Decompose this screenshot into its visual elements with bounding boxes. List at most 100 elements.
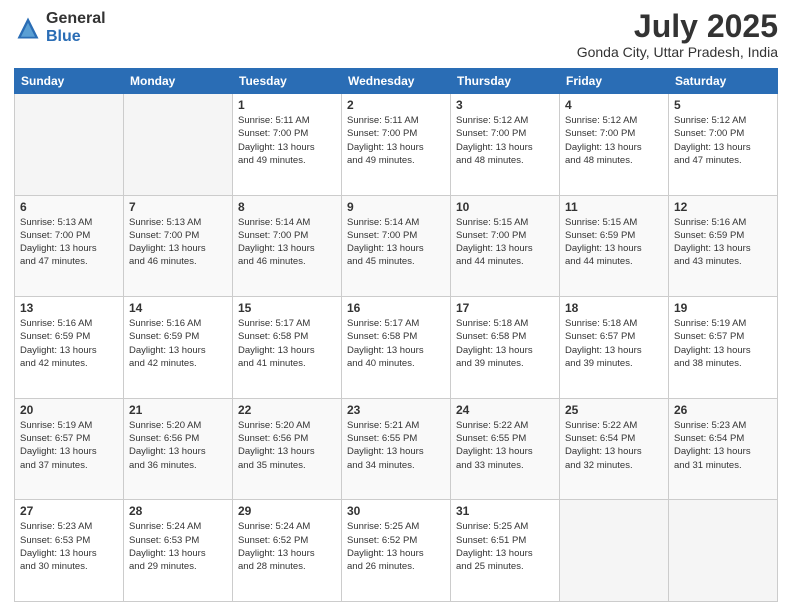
table-row: 7 Sunrise: 5:13 AM Sunset: 7:00 PM Daylig… [124,195,233,297]
day-info: Sunrise: 5:18 AM Sunset: 6:58 PM Dayligh… [456,317,554,370]
table-row: 29 Sunrise: 5:24 AM Sunset: 6:52 PM Dayli… [233,500,342,602]
table-row: 18Sunrise: 5:18 AM Sunset: 6:57 PM Dayli… [560,297,669,399]
day-info: Sunrise: 5:17 AM Sunset: 6:58 PM Dayligh… [238,317,336,370]
day-number: 14 [129,301,227,315]
col-thursday: Thursday [451,69,560,94]
day-number: 6 [20,200,118,214]
table-row: 30 Sunrise: 5:25 AM Sunset: 6:52 PM Dayli… [342,500,451,602]
day-info: Sunrise: 5:16 AM Sunset: 6:59 PM Dayligh… [674,216,772,269]
calendar-week-row: 6 Sunrise: 5:13 AM Sunset: 7:00 PM Daylig… [15,195,778,297]
calendar-week-row: 27 Sunrise: 5:23 AM Sunset: 6:53 PM Dayli… [15,500,778,602]
table-row: 4 Sunrise: 5:12 AM Sunset: 7:00 PM Daylig… [560,94,669,196]
table-row: 23 Sunrise: 5:21 AM Sunset: 6:55 PM Dayli… [342,398,451,500]
day-info: Sunrise: 5:11 AM Sunset: 7:00 PM Dayligh… [238,114,336,167]
table-row [560,500,669,602]
day-info: Sunrise: 5:12 AM Sunset: 7:00 PM Dayligh… [456,114,554,167]
day-number: 24 [456,403,554,417]
table-row: 13Sunrise: 5:16 AM Sunset: 6:59 PM Dayli… [15,297,124,399]
calendar-page: General Blue July 2025 Gonda City, Uttar… [0,0,792,612]
calendar-week-row: 1Sunrise: 5:11 AM Sunset: 7:00 PM Daylig… [15,94,778,196]
table-row: 21Sunrise: 5:20 AM Sunset: 6:56 PM Dayli… [124,398,233,500]
calendar-header-row: Sunday Monday Tuesday Wednesday Thursday… [15,69,778,94]
table-row: 19Sunrise: 5:19 AM Sunset: 6:57 PM Dayli… [669,297,778,399]
day-number: 12 [674,200,772,214]
table-row: 27 Sunrise: 5:23 AM Sunset: 6:53 PM Dayli… [15,500,124,602]
day-info: Sunrise: 5:11 AM Sunset: 7:00 PM Dayligh… [347,114,445,167]
day-info: Sunrise: 5:17 AM Sunset: 6:58 PM Dayligh… [347,317,445,370]
day-number: 23 [347,403,445,417]
day-number: 2 [347,98,445,112]
table-row: 24Sunrise: 5:22 AM Sunset: 6:55 PM Dayli… [451,398,560,500]
day-info: Sunrise: 5:23 AM Sunset: 6:54 PM Dayligh… [674,419,772,472]
day-info: Sunrise: 5:13 AM Sunset: 7:00 PM Dayligh… [129,216,227,269]
day-number: 18 [565,301,663,315]
day-number: 26 [674,403,772,417]
day-info: Sunrise: 5:20 AM Sunset: 6:56 PM Dayligh… [238,419,336,472]
table-row: 11Sunrise: 5:15 AM Sunset: 6:59 PM Dayli… [560,195,669,297]
table-row: 6 Sunrise: 5:13 AM Sunset: 7:00 PM Daylig… [15,195,124,297]
table-row: 31Sunrise: 5:25 AM Sunset: 6:51 PM Dayli… [451,500,560,602]
day-info: Sunrise: 5:19 AM Sunset: 6:57 PM Dayligh… [674,317,772,370]
day-number: 4 [565,98,663,112]
day-number: 5 [674,98,772,112]
day-info: Sunrise: 5:24 AM Sunset: 6:52 PM Dayligh… [238,520,336,573]
day-number: 8 [238,200,336,214]
table-row: 3 Sunrise: 5:12 AM Sunset: 7:00 PM Daylig… [451,94,560,196]
calendar-week-row: 20 Sunrise: 5:19 AM Sunset: 6:57 PM Dayli… [15,398,778,500]
day-info: Sunrise: 5:16 AM Sunset: 6:59 PM Dayligh… [20,317,118,370]
day-info: Sunrise: 5:23 AM Sunset: 6:53 PM Dayligh… [20,520,118,573]
day-number: 9 [347,200,445,214]
day-number: 7 [129,200,227,214]
logo-general: General [46,10,106,27]
logo-blue: Blue [46,28,81,45]
table-row [15,94,124,196]
logo-text: General Blue [46,10,106,45]
day-info: Sunrise: 5:14 AM Sunset: 7:00 PM Dayligh… [238,216,336,269]
day-number: 16 [347,301,445,315]
header: General Blue July 2025 Gonda City, Uttar… [14,10,778,60]
table-row: 25 Sunrise: 5:22 AM Sunset: 6:54 PM Dayli… [560,398,669,500]
table-row: 22 Sunrise: 5:20 AM Sunset: 6:56 PM Dayli… [233,398,342,500]
col-wednesday: Wednesday [342,69,451,94]
table-row: 12 Sunrise: 5:16 AM Sunset: 6:59 PM Dayli… [669,195,778,297]
day-info: Sunrise: 5:13 AM Sunset: 7:00 PM Dayligh… [20,216,118,269]
table-row: 1Sunrise: 5:11 AM Sunset: 7:00 PM Daylig… [233,94,342,196]
table-row: 8 Sunrise: 5:14 AM Sunset: 7:00 PM Daylig… [233,195,342,297]
day-info: Sunrise: 5:14 AM Sunset: 7:00 PM Dayligh… [347,216,445,269]
col-sunday: Sunday [15,69,124,94]
day-info: Sunrise: 5:20 AM Sunset: 6:56 PM Dayligh… [129,419,227,472]
day-info: Sunrise: 5:25 AM Sunset: 6:52 PM Dayligh… [347,520,445,573]
table-row: 28 Sunrise: 5:24 AM Sunset: 6:53 PM Dayli… [124,500,233,602]
day-number: 22 [238,403,336,417]
day-info: Sunrise: 5:12 AM Sunset: 7:00 PM Dayligh… [565,114,663,167]
day-number: 10 [456,200,554,214]
day-info: Sunrise: 5:21 AM Sunset: 6:55 PM Dayligh… [347,419,445,472]
col-friday: Friday [560,69,669,94]
location: Gonda City, Uttar Pradesh, India [577,44,778,60]
day-info: Sunrise: 5:19 AM Sunset: 6:57 PM Dayligh… [20,419,118,472]
day-number: 29 [238,504,336,518]
day-info: Sunrise: 5:12 AM Sunset: 7:00 PM Dayligh… [674,114,772,167]
calendar-table: Sunday Monday Tuesday Wednesday Thursday… [14,68,778,602]
day-info: Sunrise: 5:25 AM Sunset: 6:51 PM Dayligh… [456,520,554,573]
month-year: July 2025 [577,10,778,42]
table-row: 14 Sunrise: 5:16 AM Sunset: 6:59 PM Dayli… [124,297,233,399]
day-number: 3 [456,98,554,112]
title-block: July 2025 Gonda City, Uttar Pradesh, Ind… [577,10,778,60]
col-monday: Monday [124,69,233,94]
day-number: 28 [129,504,227,518]
table-row [124,94,233,196]
table-row: 5 Sunrise: 5:12 AM Sunset: 7:00 PM Daylig… [669,94,778,196]
day-number: 27 [20,504,118,518]
table-row: 9 Sunrise: 5:14 AM Sunset: 7:00 PM Daylig… [342,195,451,297]
day-info: Sunrise: 5:22 AM Sunset: 6:54 PM Dayligh… [565,419,663,472]
calendar-week-row: 13Sunrise: 5:16 AM Sunset: 6:59 PM Dayli… [15,297,778,399]
day-number: 25 [565,403,663,417]
day-info: Sunrise: 5:24 AM Sunset: 6:53 PM Dayligh… [129,520,227,573]
table-row [669,500,778,602]
day-number: 20 [20,403,118,417]
table-row: 2 Sunrise: 5:11 AM Sunset: 7:00 PM Daylig… [342,94,451,196]
table-row: 15Sunrise: 5:17 AM Sunset: 6:58 PM Dayli… [233,297,342,399]
day-number: 30 [347,504,445,518]
day-info: Sunrise: 5:16 AM Sunset: 6:59 PM Dayligh… [129,317,227,370]
